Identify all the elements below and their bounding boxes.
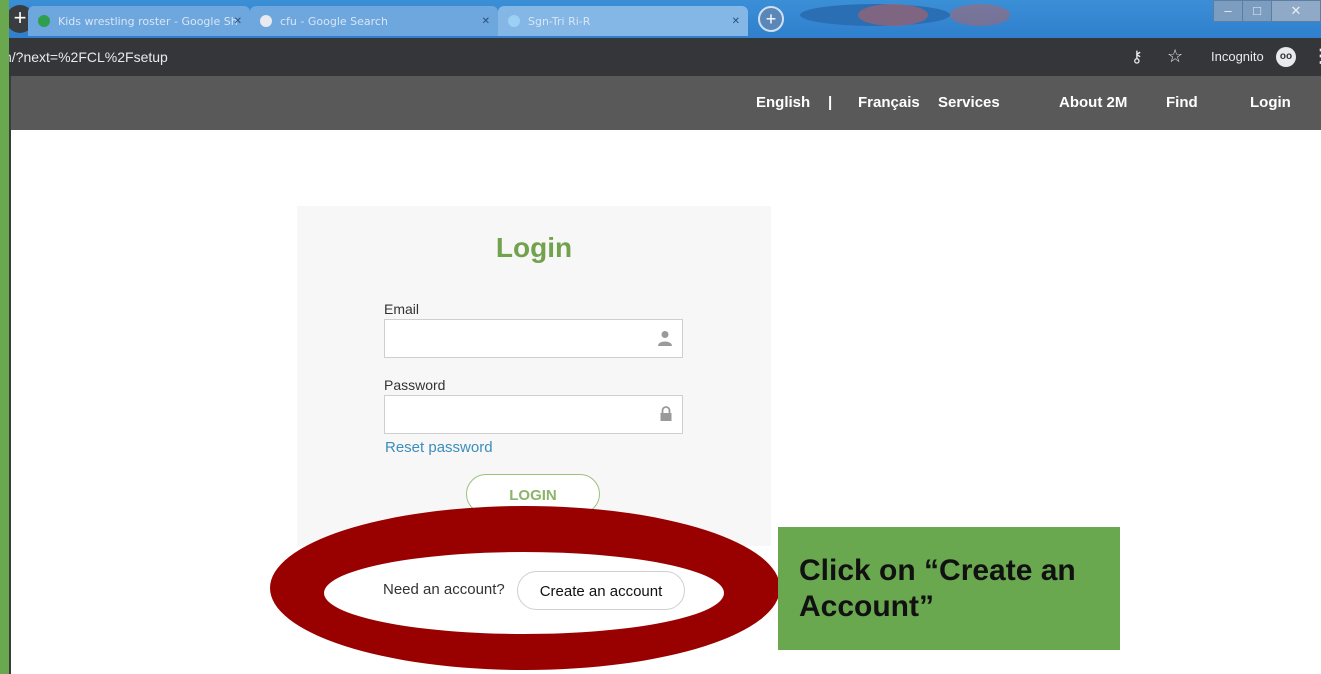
password-label: Password <box>384 377 446 393</box>
login-title: Login <box>495 232 573 263</box>
new-tab-button-icon[interactable]: + <box>758 6 784 32</box>
instruction-callout: Click on “Create an Account” <box>778 527 1120 650</box>
user-icon <box>658 330 672 349</box>
key-icon[interactable]: ⚷ <box>1131 47 1143 67</box>
nav-services[interactable]: Services <box>938 94 1000 111</box>
bookmark-star-icon[interactable]: ☆ <box>1167 46 1183 67</box>
google-favicon-icon <box>260 15 272 27</box>
close-tab-icon[interactable]: ✕ <box>482 16 490 27</box>
browser-tab-1-label: Kids wrestling roster - Google Sh <box>58 14 238 28</box>
site-navigation: English | Français Services About 2M Fin… <box>0 76 1321 130</box>
email-field[interactable] <box>384 319 683 358</box>
sheets-favicon-icon <box>38 15 50 27</box>
incognito-icon[interactable]: oo <box>1276 47 1296 67</box>
nav-about[interactable]: About 2M <box>1059 94 1127 111</box>
nav-login[interactable]: Login <box>1250 94 1291 111</box>
highlight-ring <box>270 506 780 670</box>
close-tab-icon[interactable]: ✕ <box>732 16 740 27</box>
password-field[interactable] <box>384 395 683 434</box>
tabstrip-decoration <box>950 4 1010 26</box>
reset-password-link[interactable]: Reset password <box>385 439 493 456</box>
window-minimize-icon[interactable]: – <box>1213 0 1243 22</box>
url-text[interactable]: n/?next=%2FCL%2Fsetup <box>4 49 168 65</box>
nav-separator: | <box>828 94 833 111</box>
browser-tab-2[interactable]: cfu - Google Search ✕ <box>250 6 498 36</box>
incognito-label: Incognito <box>1211 49 1264 64</box>
browser-tab-3-label: Sgn-Tri Ri-R <box>528 14 591 28</box>
browser-tab-2-label: cfu - Google Search <box>280 14 388 28</box>
browser-tabstrip: + Kids wrestling roster - Google Sh ✕ cf… <box>0 0 1321 38</box>
callout-text: Click on “Create an Account” <box>799 554 1076 623</box>
window-maximize-icon[interactable]: □ <box>1242 0 1272 22</box>
nav-english[interactable]: English <box>756 94 810 111</box>
tabstrip-decoration <box>858 4 928 26</box>
slide-left-border <box>0 0 9 674</box>
nav-find[interactable]: Find <box>1166 94 1198 111</box>
lock-icon <box>660 406 672 424</box>
slide-left-border-shadow <box>9 76 11 674</box>
nav-francais[interactable]: Français <box>858 94 920 111</box>
browser-menu-icon[interactable]: ⋮ <box>1312 46 1321 67</box>
site-favicon-icon <box>508 15 520 27</box>
login-card: Login Email Password Reset password LOGI… <box>297 206 771 546</box>
browser-tab-3[interactable]: Sgn-Tri Ri-R ✕ <box>498 6 748 36</box>
window-close-icon[interactable]: ✕ <box>1271 0 1321 22</box>
close-tab-icon[interactable]: ✕ <box>234 16 242 27</box>
browser-tab-1[interactable]: Kids wrestling roster - Google Sh ✕ <box>28 6 250 36</box>
email-label: Email <box>384 301 420 317</box>
address-bar: n/?next=%2FCL%2Fsetup ⚷ ☆ Incognito oo ⋮ <box>0 38 1321 76</box>
